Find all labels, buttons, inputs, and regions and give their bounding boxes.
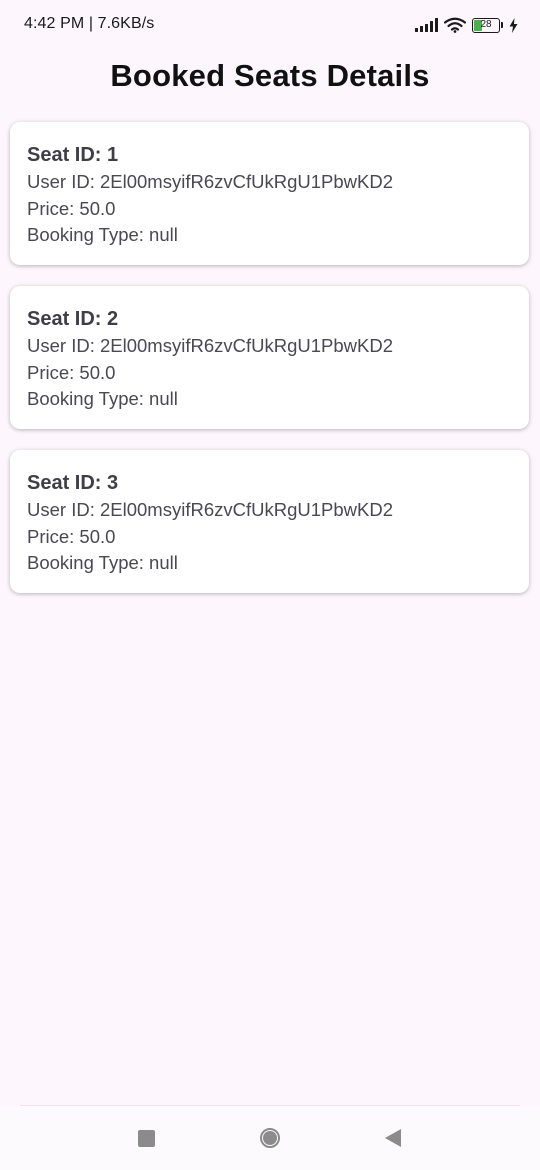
booking-card: Seat ID: 1 User ID: 2El00msyifR6zvCfUkRg… (10, 122, 529, 265)
seat-id-label: Seat ID: 3 (27, 472, 119, 494)
booking-type-label: Booking Type: null (27, 388, 178, 409)
recents-square-icon (137, 1129, 155, 1147)
price-label: Price: 50.0 (27, 197, 116, 219)
battery-tip (501, 22, 503, 28)
booking-list: Seat ID: 1 User ID: 2El00msyifR6zvCfUkRg… (10, 122, 529, 614)
status-time-speed: 4:42 PM | 7.6KB/s (24, 15, 155, 32)
user-id-label: User ID: 2El00msyifR6zvCfUkRgU1PbwKD2 (27, 171, 393, 192)
home-circle-icon (260, 1128, 280, 1148)
booking-card: Seat ID: 2 User ID: 2El00msyifR6zvCfUkRg… (10, 286, 529, 429)
back-button[interactable] (380, 1125, 406, 1151)
charging-bolt-icon (509, 17, 518, 33)
booking-type-label: Booking Type: null (27, 224, 178, 245)
page-title: Booked Seats Details (110, 58, 430, 93)
battery-icon: 28 (472, 17, 500, 33)
booking-card: Seat ID: 3 User ID: 2El00msyifR6zvCfUkRg… (10, 450, 529, 593)
signal-icon (415, 18, 438, 32)
status-bar: 4:42 PM | 7.6KB/s 28 (0, 0, 540, 50)
home-button[interactable] (257, 1125, 283, 1151)
nav-divider (20, 1105, 520, 1106)
recents-button[interactable] (133, 1125, 159, 1151)
user-id-label: User ID: 2El00msyifR6zvCfUkRgU1PbwKD2 (27, 335, 393, 356)
battery-level: 28 (480, 19, 492, 30)
navigation-bar (0, 1105, 540, 1170)
booking-type-label: Booking Type: null (27, 552, 178, 573)
user-id-label: User ID: 2El00msyifR6zvCfUkRgU1PbwKD2 (27, 499, 393, 520)
price-label: Price: 50.0 (27, 361, 116, 383)
status-icons: 28 (415, 14, 518, 36)
seat-id-label: Seat ID: 2 (27, 308, 119, 330)
wifi-icon (444, 17, 466, 33)
seat-id-label: Seat ID: 1 (27, 144, 119, 166)
price-label: Price: 50.0 (27, 525, 116, 547)
back-triangle-icon (385, 1129, 401, 1147)
